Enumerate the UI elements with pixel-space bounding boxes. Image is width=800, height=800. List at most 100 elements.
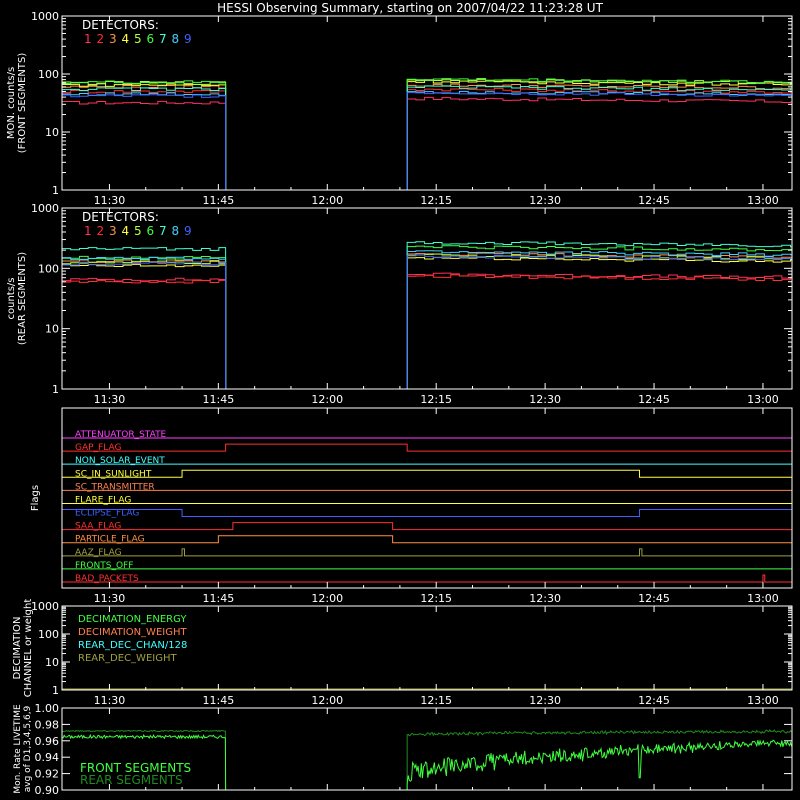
flags-xtick-label: 12:45 [638, 592, 670, 605]
decimation-xtick-label: 11:45 [203, 694, 235, 707]
rear-xtick-label: 12:30 [529, 393, 561, 406]
front-xtick-label: 12:30 [529, 194, 561, 207]
rear-xtick-label: 11:45 [203, 393, 235, 406]
rear-xtick-label: 12:45 [638, 393, 670, 406]
rear-legend-title: DETECTORS: [82, 210, 159, 224]
livetime-panel: 0.900.920.940.960.981.00FRONT SEGMENTSRE… [13, 702, 793, 797]
rear-ytick-label: 1000 [31, 202, 59, 215]
livetime-ylabel: Mon. Rate LIVETIME [13, 704, 23, 794]
decimation-ylabel: CHANNEL or weight [23, 599, 34, 698]
front-legend-label: 9 [184, 32, 192, 46]
rear-legend-label: 9 [184, 224, 192, 238]
front-panel: 1 10 100 1000 11:30 11:45 12:00 12:15 12:30 12:45… [6, 10, 793, 207]
series-det-8 [62, 250, 792, 390]
flag-label-eclipse_flag: ECLIPSE_FLAG [75, 509, 139, 519]
flags-xtick-label: 11:30 [94, 592, 126, 605]
flag-line-eclipse_flag [61, 509, 793, 518]
rear-legend-label: 6 [147, 224, 155, 238]
flag-line-saa_flag [62, 522, 792, 531]
series-det-6 [62, 245, 792, 390]
front-legend-title: DETECTORS: [82, 18, 159, 32]
flag-line-aaz_flag [62, 548, 792, 557]
livetime-legend-label: REAR SEGMENTS [80, 773, 183, 787]
series-det-2 [62, 87, 792, 191]
flag-label-sc_in_sunlight: SC_IN_SUNLIGHT [75, 469, 152, 479]
front-legend-label: 1 [84, 32, 92, 46]
front-xtick-label: 12:45 [638, 194, 670, 207]
series-det-8 [62, 90, 792, 191]
rear-legend-label: 8 [172, 224, 180, 238]
decimation-ytick-label: 1 [52, 684, 59, 697]
decimation-xtick-label: 11:30 [94, 694, 126, 707]
panels: 1 10 100 1000 11:30 11:45 12:00 12:15 12:30 12:45… [6, 10, 793, 797]
flag-line-bad_packets [62, 574, 792, 583]
observing-summary-figure: HESSI Observing Summary, starting on 200… [6, 1, 793, 797]
figure-title: HESSI Observing Summary, starting on 200… [217, 1, 603, 15]
decimation-xtick-label: 12:45 [638, 694, 670, 707]
front-xtick-label: 12:15 [420, 194, 452, 207]
front-ytick-label: 1 [52, 184, 59, 197]
series-det-7 [62, 241, 792, 390]
front-ylabel: MON. counts/s [6, 67, 17, 139]
rear-ylabel: counts/s [6, 277, 17, 319]
front-legend-label: 7 [159, 32, 167, 46]
front-ytick-label: 100 [38, 68, 59, 81]
decimation-ytick-label: 1000 [31, 600, 59, 613]
decimation-ylabel: DECIMATION [12, 616, 23, 679]
flags-xtick-label: 13:00 [747, 592, 779, 605]
front-legend-label: 2 [97, 32, 105, 46]
front-xtick-label: 11:45 [203, 194, 235, 207]
flag-label-bad_packets: BAD_PACKETS [75, 574, 139, 584]
flags-ylabel: Flags [30, 485, 41, 511]
flags-frame [61, 407, 793, 589]
livetime-ytick-label: 0.92 [35, 768, 60, 781]
flags-xtick-label: 12:15 [420, 592, 452, 605]
decimation-legend-label: DECIMATION_ENERGY [78, 614, 187, 625]
rear-xtick-label: 12:15 [420, 393, 452, 406]
front-ytick-label: 1000 [31, 10, 59, 23]
front-legend-label: 6 [147, 32, 155, 46]
flag-label-gap_flag: GAP_FLAG [75, 443, 121, 453]
front-ytick-label: 10 [45, 126, 59, 139]
flag-label-attenuator_state: ATTENUATOR_STATE [75, 430, 167, 440]
rear-legend-label: 7 [159, 224, 167, 238]
decimation-xtick-label: 12:15 [420, 694, 452, 707]
rear-ylabel: (REAR SEGMENTS) [17, 252, 28, 345]
flags-xtick-label: 12:30 [529, 592, 561, 605]
front-legend-label: 3 [109, 32, 117, 46]
flags-xtick-label: 12:00 [311, 592, 343, 605]
decimation-legend-label: REAR_DEC_CHAN/128 [78, 640, 187, 651]
front-legend-label: 4 [122, 32, 130, 46]
decimation-ytick-label: 100 [38, 628, 59, 641]
front-xtick-label: 13:00 [747, 194, 779, 207]
front-xtick-label: 12:00 [311, 194, 343, 207]
flag-label-saa_flag: SAA_FLAG [75, 522, 121, 532]
livetime-ytick-label: 0.94 [35, 751, 60, 764]
rear-ytick-label: 1 [52, 383, 59, 396]
front-ylabel: (FRONT SEGMENTS) [17, 53, 28, 154]
decimation-legend-label: REAR_DEC_WEIGHT [78, 653, 177, 664]
flag-label-aaz_flag: AAZ_FLAG [75, 548, 122, 558]
flag-label-fronts_off: FRONTS_OFF [75, 561, 133, 571]
rear-xtick-label: 12:00 [311, 393, 343, 406]
livetime-ylabel: avg of D1,3,4,5,6,9 [23, 705, 33, 792]
livetime-ytick-label: 0.98 [35, 718, 60, 731]
rear-legend-label: 4 [122, 224, 130, 238]
flag-line-particle_flag [62, 535, 792, 544]
front-legend-label: 8 [172, 32, 180, 46]
rear-ytick-label: 100 [38, 262, 59, 275]
flag-label-particle_flag: PARTICLE_FLAG [75, 535, 145, 545]
flag-line-sc_in_sunlight [62, 469, 792, 478]
rear-legend-label: 2 [97, 224, 105, 238]
decimation-panel: 1 10 100 1000 11:30 11:45 12:00 12:15 12:30 12:45… [12, 599, 793, 707]
flag-label-flare_flag: FLARE_FLAG [75, 495, 131, 505]
front-legend-label: 5 [134, 32, 142, 46]
series-det-4 [62, 79, 792, 191]
series-det-5 [62, 253, 792, 390]
rear-xtick-label: 13:00 [747, 393, 779, 406]
decimation-legend-label: DECIMATION_WEIGHT [78, 627, 187, 638]
series-det-3 [62, 252, 792, 390]
series-det-5 [62, 78, 792, 191]
flag-line-gap_flag [62, 443, 792, 452]
rear-panel: 1 10 100 1000 11:30 11:45 12:00 12:15 12:30 12:45… [6, 202, 793, 406]
